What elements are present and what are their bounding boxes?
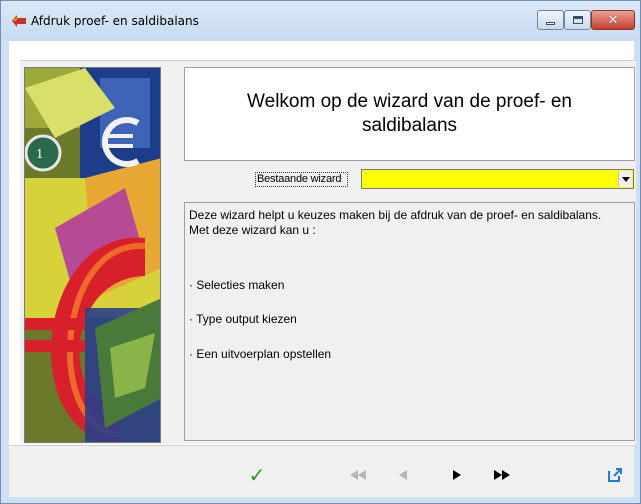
description-intro: Deze wizard helpt u keuzes maken bij de … [189,208,602,237]
previous-button[interactable] [395,465,411,485]
next-button[interactable] [449,465,465,485]
list-item: · Selecties maken [189,278,285,292]
existing-wizard-label: Bestaande wizard [255,172,348,187]
external-link-icon [608,468,622,482]
minimize-button[interactable] [537,10,564,30]
app-icon [12,15,26,27]
wizard-side-image: 1 [24,67,161,443]
maximize-icon [572,16,583,24]
dropdown-arrow-icon[interactable] [618,171,632,187]
existing-wizard-select[interactable] [361,169,634,189]
welcome-title: Welkom op de wizard van de proef- en sal… [247,91,572,136]
checkmark-icon: ✓ [248,463,266,487]
last-icon [494,470,510,480]
previous-icon [399,470,407,480]
first-button[interactable] [347,465,369,485]
client-area: 1 Welkom op de wizard van de proef- en s… [9,41,636,497]
euro-collage-image: 1 [25,68,160,442]
welcome-header: Welkom op de wizard van de proef- en sal… [184,67,635,161]
navigation-bar [9,445,634,497]
window-title: Afdruk proef- en saldibalans [31,14,199,28]
finish-button[interactable]: ✓ [246,463,268,487]
next-icon [453,470,461,480]
list-item: · Een uitvoerplan opstellen [189,347,332,361]
wizard-window: Afdruk proef- en saldibalans ✕ 1 Welkom … [0,0,641,504]
close-icon: ✕ [607,12,619,28]
list-item: · Type output kiezen [189,312,297,326]
last-button[interactable] [491,465,513,485]
maximize-button[interactable] [564,10,591,30]
description-panel: Deze wizard helpt u keuzes maken bij de … [184,202,635,441]
first-icon [350,470,366,480]
title-bar[interactable]: Afdruk proef- en saldibalans ✕ [1,1,640,41]
minimize-icon [546,21,555,25]
close-button[interactable]: ✕ [591,10,635,30]
svg-text:1: 1 [36,147,44,161]
export-button[interactable] [603,465,627,485]
